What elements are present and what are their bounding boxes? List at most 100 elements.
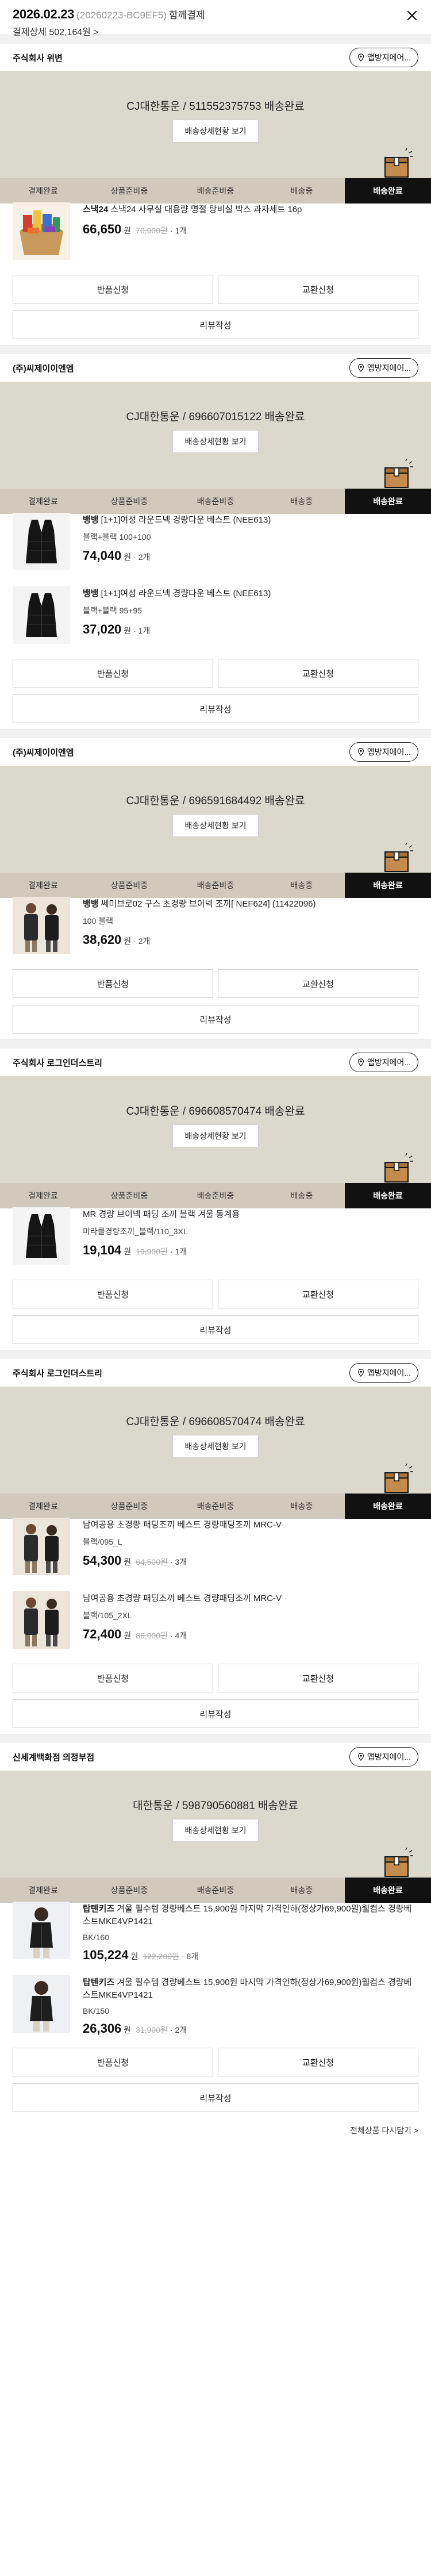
tracking-info: 대한통운 / 598790560881 배송완료 [133,1800,298,1812]
order-item[interactable]: 남여공용 초경량 패딩조끼 베스트 경량패딩조끼 MRC-V 블랙/095_L … [13,1518,418,1587]
original-price: 86,000원 [136,1631,168,1640]
delivery-step: 배송완료 [345,1878,431,1903]
product-thumbnail[interactable] [13,586,70,644]
exchange-request-button[interactable]: 교환신청 [218,659,418,688]
exchange-request-button[interactable]: 교환신청 [218,275,418,304]
price: 105,224 [83,1948,129,1962]
product-option: 블랙/105_2XL [83,1611,132,1620]
currency: 원 [124,1247,132,1256]
currency: 원 [130,1952,138,1961]
exchange-request-button[interactable]: 교환신청 [218,969,418,998]
product-title: 스낵24 사무실 대용량 명절 탕비실 박스 과자세트 16p [110,205,302,214]
delivery-step: 배송준비중 [197,881,234,890]
product-name[interactable]: 탑텐키즈 겨울 필수템 경량베스트 15,900원 마지막 가격인하(정상가69,… [83,1903,418,1928]
return-request-button[interactable]: 반품신청 [13,969,213,998]
product-name[interactable]: 남여공용 초경량 패딩조끼 베스트 경량패딩조끼 MRC-V [83,1592,418,1605]
order-item[interactable]: 뱅뱅 [1+1]여성 라운드넥 경량다운 베스트 (NEE613) 블랙+블랙 9… [13,586,418,655]
product-name[interactable]: 뱅뱅 쎄미브로02 구스 초경량 브이넥 조끼[ NEF624] (1142209… [83,898,418,911]
track-detail-button[interactable]: 배송상세현황 보기 [172,1819,259,1842]
write-review-button[interactable]: 리뷰작성 [13,2083,418,2112]
delivery-steps: 결제완료 상품준비중 배송준비중 배송중 배송완료 [0,178,431,204]
product-thumbnail[interactable] [13,1902,70,1959]
product-name[interactable]: 스낵24 스낵24 사무실 대용량 명절 탕비실 박스 과자세트 16p [83,204,418,216]
exchange-request-button[interactable]: 교환신청 [218,2048,418,2076]
exchange-request-button[interactable]: 교환신청 [218,1280,418,1308]
product-name[interactable]: 뱅뱅 [1+1]여성 라운드넥 경량다운 베스트 (NEE613) [83,588,418,600]
shop-header: 주식회사 위변 앱방지에어... [0,44,431,71]
claim-buttons: 반품신청 교환신청 [13,659,418,688]
section-divider [0,1350,431,1359]
claim-buttons: 반품신청 교환신청 [13,1664,418,1692]
order-item[interactable]: MR 경량 브이넥 패딩 조끼 블랙 겨울 동계용 미라클경량조끼_블랙/110… [13,1207,418,1276]
order-item[interactable]: 스낵24 스낵24 사무실 대용량 명절 탕비실 박스 과자세트 16p 66,6… [13,202,418,271]
claim-buttons: 반품신청 교환신청 [13,2048,418,2076]
track-detail-button[interactable]: 배송상세현황 보기 [172,1124,259,1147]
delivery-step: 상품준비중 [110,1191,148,1200]
payment-detail-link[interactable]: 결제상세 502,164원 > [13,24,99,38]
product-thumbnail[interactable] [13,1591,70,1649]
return-request-button[interactable]: 반품신청 [13,1664,213,1692]
location-pin-icon [357,1058,364,1066]
return-request-button[interactable]: 반품신청 [13,275,213,304]
product-title: 겨울 필수템 경량베스트 15,900원 마지막 가격인하(정상가69,900원… [83,1904,412,1926]
price: 66,650 [83,222,122,236]
product-name[interactable]: 탑텐키즈 겨울 필수템 경량베스트 15,900원 마지막 가격인하(정상가69,… [83,1976,418,2002]
location-pin-icon [357,1369,364,1377]
shipment-section: (주)씨제이이엔엠 앱방지에어... CJ대한통운 / 696591684492… [0,738,431,1039]
track-detail-button[interactable]: 배송상세현황 보기 [172,1435,259,1458]
shop-pill-button[interactable]: 앱방지에어... [349,358,418,378]
reorder-all-link[interactable]: 전체상품 다시담기 > [350,2125,418,2136]
delivery-step: 배송중 [290,1191,313,1200]
delivery-steps: 결제완료 상품준비중 배송준비중 배송중 배송완료 [0,1183,431,1208]
currency: 원 [124,226,132,235]
track-detail-button[interactable]: 배송상세현황 보기 [172,814,259,837]
product-option: 미라클경량조끼_블랙/110_3XL [83,1227,188,1236]
tracking-info: CJ대한통운 / 696608570474 배송완료 [126,1416,305,1428]
exchange-request-button[interactable]: 교환신청 [218,1664,418,1692]
brand-name: 뱅뱅 [83,515,99,525]
quantity: · 3개 [170,1557,187,1567]
shop-pill-button[interactable]: 앱방지에어... [349,48,418,67]
product-name[interactable]: MR 경량 브이넥 패딩 조끼 블랙 겨울 동계용 [83,1208,418,1221]
price-row: 66,650 원 70,900원 · 1개 [83,222,418,237]
product-thumbnail[interactable] [13,1207,70,1265]
order-item[interactable]: 뱅뱅 [1+1]여성 라운드넥 경량다운 베스트 (NEE613) 블랙+블랙 1… [13,513,418,582]
close-icon[interactable] [405,8,420,23]
return-request-button[interactable]: 반품신청 [13,1280,213,1308]
product-thumbnail[interactable] [13,202,70,260]
return-request-button[interactable]: 반품신청 [13,659,213,688]
product-name[interactable]: 남여공용 초경량 패딩조끼 베스트 경량패딩조끼 MRC-V [83,1519,418,1531]
delivery-step: 결제완료 [28,1886,58,1895]
location-pin-icon [357,1753,364,1761]
write-review-button[interactable]: 리뷰작성 [13,1315,418,1344]
quantity: · 1개 [170,1247,187,1256]
write-review-button[interactable]: 리뷰작성 [13,694,418,723]
delivery-step: 배송중 [290,497,313,506]
product-thumbnail[interactable] [13,1518,70,1575]
order-item[interactable]: 뱅뱅 쎄미브로02 구스 초경량 브이넥 조끼[ NEF624] (1142209… [13,897,418,966]
product-thumbnail[interactable] [13,897,70,954]
order-item[interactable]: 탑텐키즈 겨울 필수템 경량베스트 15,900원 마지막 가격인하(정상가69,… [13,1975,418,2044]
product-name[interactable]: 뱅뱅 [1+1]여성 라운드넥 경량다운 베스트 (NEE613) [83,514,418,527]
write-review-button[interactable]: 리뷰작성 [13,310,418,339]
return-request-button[interactable]: 반품신청 [13,2048,213,2076]
track-detail-button[interactable]: 배송상세현황 보기 [172,430,259,453]
shop-pill-button[interactable]: 앱방지에어... [349,742,418,762]
product-thumbnail[interactable] [13,513,70,570]
delivery-step: 상품준비중 [110,1886,148,1895]
price: 72,400 [83,1627,122,1641]
delivery-step: 배송완료 [345,873,431,898]
shop-pill-button[interactable]: 앱방지에어... [349,1747,418,1767]
section-divider [0,1039,431,1049]
product-thumbnail[interactable] [13,1975,70,2033]
order-item[interactable]: 남여공용 초경량 패딩조끼 베스트 경량패딩조끼 MRC-V 블랙/105_2X… [13,1591,418,1660]
order-item[interactable]: 탑텐키즈 겨울 필수템 경량베스트 15,900원 마지막 가격인하(정상가69,… [13,1902,418,1971]
shop-pill-button[interactable]: 앱방지에어... [349,1363,418,1383]
track-detail-button[interactable]: 배송상세현황 보기 [172,120,259,143]
shop-pill-button[interactable]: 앱방지에어... [349,1053,418,1072]
write-review-button[interactable]: 리뷰작성 [13,1005,418,1034]
brand-name: 탑텐키즈 [83,1904,115,1914]
shop-name: 신세계백화점 의정부점 [13,1752,95,1763]
write-review-button[interactable]: 리뷰작성 [13,1699,418,1728]
delivery-steps: 결제완료 상품준비중 배송준비중 배송중 배송완료 [0,1494,431,1519]
